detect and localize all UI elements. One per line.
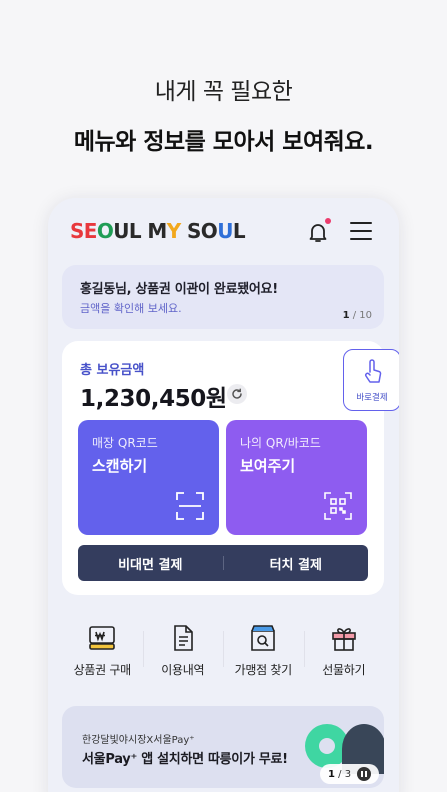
- shortcut-label: 선물하기: [322, 663, 366, 677]
- notice-title: 홍길동님, 상품권 이관이 완료됐어요!: [80, 282, 278, 297]
- shortcut-menu: 상품권 구매 이용내역 가맹점 찾기 선물하기: [62, 623, 384, 683]
- shortcut-label: 가맹점 찾기: [234, 663, 293, 677]
- app-header: SEOUL MY SOUL: [48, 198, 399, 260]
- voucher-won-icon: [89, 626, 116, 650]
- store-search-icon: [251, 625, 276, 651]
- hero-line-2: 메뉴와 정보를 모아서 보여줘요.: [73, 129, 374, 155]
- balance-amount: 1,230,450원: [80, 386, 227, 412]
- shortcut-usage-history[interactable]: 이용내역: [142, 623, 224, 683]
- quick-pay-label: 바로결제: [356, 393, 388, 403]
- tap-hand-icon: [365, 359, 382, 383]
- promo-pagination: 1 / 3: [320, 764, 380, 784]
- scan-qr-caption: 매장 QR코드: [92, 436, 158, 450]
- refresh-icon[interactable]: [227, 384, 247, 404]
- notice-banner[interactable]: 홍길동님, 상품권 이관이 완료됐어요! 금액을 확인해 보세요. 1 / 10: [62, 265, 384, 329]
- balance-card: 총 보유금액 1,230,450원 매장 QR코드 스캔하기 나의 QR/바코드…: [62, 341, 384, 595]
- seoul-my-soul-logo: SEOUL MY SOUL: [70, 219, 246, 243]
- pause-icon[interactable]: [357, 767, 372, 781]
- quick-pay-button[interactable]: 바로결제: [343, 349, 399, 411]
- contactless-pay-button[interactable]: 비대면 결제: [78, 554, 223, 573]
- promo-banner[interactable]: 한강달빛야시장X서울Pay⁺ 서울Pay⁺ 앱 설치하면 따릉이가 무료! 1 …: [62, 706, 384, 788]
- shortcut-label: 상품권 구매: [73, 663, 132, 677]
- touch-pay-button[interactable]: 터치 결제: [224, 554, 369, 573]
- shortcut-find-store[interactable]: 가맹점 찾기: [223, 623, 304, 683]
- promo-subtitle: 한강달빛야시장X서울Pay⁺: [82, 735, 195, 746]
- notice-subtitle: 금액을 확인해 보세요.: [80, 302, 182, 315]
- hamburger-menu-icon[interactable]: [350, 222, 372, 242]
- shortcut-label: 이용내역: [161, 663, 205, 677]
- qr-code-icon: [324, 492, 352, 520]
- scan-qr-title: 스캔하기: [92, 457, 148, 475]
- promo-title: 서울Pay⁺ 앱 설치하면 따릉이가 무료!: [82, 752, 288, 767]
- shortcut-gift[interactable]: 선물하기: [303, 623, 385, 683]
- hero-line-1: 내게 꼭 필요한: [154, 79, 293, 105]
- balance-label: 총 보유금액: [80, 363, 145, 378]
- shortcut-voucher-purchase[interactable]: 상품권 구매: [62, 623, 143, 683]
- document-icon: [173, 625, 193, 651]
- phone-frame: SEOUL MY SOUL 홍길동님, 상품권 이관이 완료됐어요! 금액을 확…: [48, 198, 399, 792]
- gift-icon: [331, 628, 356, 651]
- notice-pagination: 1 / 10: [342, 310, 372, 321]
- show-code-title: 보여주기: [240, 457, 296, 475]
- show-code-tile[interactable]: 나의 QR/바코드 보여주기: [226, 420, 367, 535]
- scan-qr-tile[interactable]: 매장 QR코드 스캔하기: [78, 420, 219, 535]
- show-code-caption: 나의 QR/바코드: [240, 436, 321, 450]
- payment-bar: 비대면 결제 터치 결제: [78, 545, 368, 581]
- scan-frame-icon: [176, 492, 204, 520]
- hero-heading: 내게 꼭 필요한 메뉴와 정보를 모아서 보여줘요.: [0, 72, 447, 156]
- notification-badge: [325, 218, 331, 224]
